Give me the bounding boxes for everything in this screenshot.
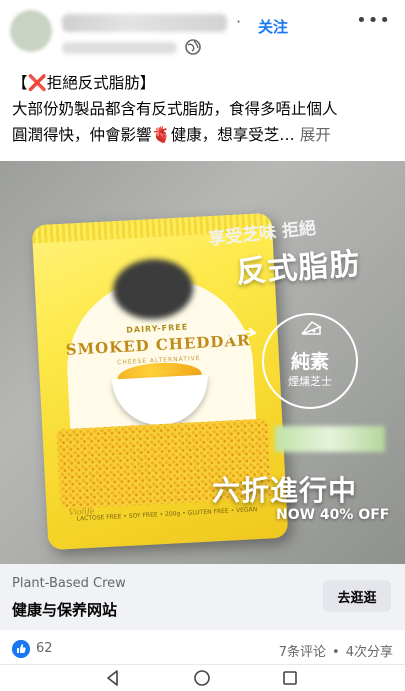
like-icon[interactable] <box>12 640 30 658</box>
promo-banner-redacted <box>275 426 385 452</box>
engagement-stats: 7条评论 • 4次分享 <box>279 641 393 660</box>
back-triangle-icon[interactable] <box>104 669 122 687</box>
post-text-line: 大部份奶製品都含有反式脂肪，食得多唔止個人 <box>12 100 338 118</box>
post-text-headline: 【❌拒絕反式脂肪】 <box>12 74 156 92</box>
link-preview-bar[interactable]: Plant-Based Crew 健康与保养网站 去逛逛 <box>0 564 405 630</box>
like-count[interactable]: 62 <box>36 641 53 656</box>
overlay-main-text: 反式脂肪 <box>235 246 362 291</box>
recents-square-icon[interactable] <box>281 669 299 687</box>
system-nav-bar <box>0 664 405 691</box>
post-text-truncated: 圓潤得快，仲會影響🫀健康，想享受芝… <box>12 126 295 144</box>
reactions-row: 62 7条评论 • 4次分享 <box>0 632 405 664</box>
share-count[interactable]: 4次分享 <box>346 645 393 660</box>
author-avatar[interactable] <box>10 10 52 52</box>
header-separator: · <box>236 12 242 31</box>
home-circle-icon[interactable] <box>193 669 211 687</box>
post-meta-redacted <box>62 42 177 54</box>
shop-now-button[interactable]: 去逛逛 <box>323 580 391 612</box>
cheese-icon <box>301 321 322 335</box>
post-image[interactable]: DAIRY-FREE SMOKED CHEDDAR CHEESE ALTERNA… <box>0 161 405 564</box>
comment-count[interactable]: 7条评论 <box>279 645 326 660</box>
badge-subtitle: 煙燻芝士 <box>288 375 332 388</box>
post-header: · 关注 ••• <box>0 0 405 64</box>
stats-separator: • <box>332 645 340 660</box>
link-domain: Plant-Based Crew <box>12 576 126 591</box>
more-options-icon[interactable]: ••• <box>356 10 391 31</box>
link-title: 健康与保养网站 <box>12 601 118 619</box>
post-text-line: 圓潤得快，仲會影響🫀健康，想享受芝… 展开 <box>12 122 397 148</box>
sale-headline: 六折進行中 <box>212 474 358 507</box>
curved-arrow-icon <box>223 327 257 344</box>
author-name-redacted[interactable] <box>62 14 227 32</box>
see-more-link[interactable]: 展开 <box>300 126 331 144</box>
globe-icon <box>185 39 201 55</box>
badge-title: 純素 <box>290 351 329 373</box>
post-text: 【❌拒絕反式脂肪】 大部份奶製品都含有反式脂肪，食得多唔止個人 圓潤得快，仲會影… <box>12 70 397 148</box>
follow-button[interactable]: 关注 <box>258 16 288 37</box>
sale-subtext: NOW 40% OFF <box>276 507 390 523</box>
